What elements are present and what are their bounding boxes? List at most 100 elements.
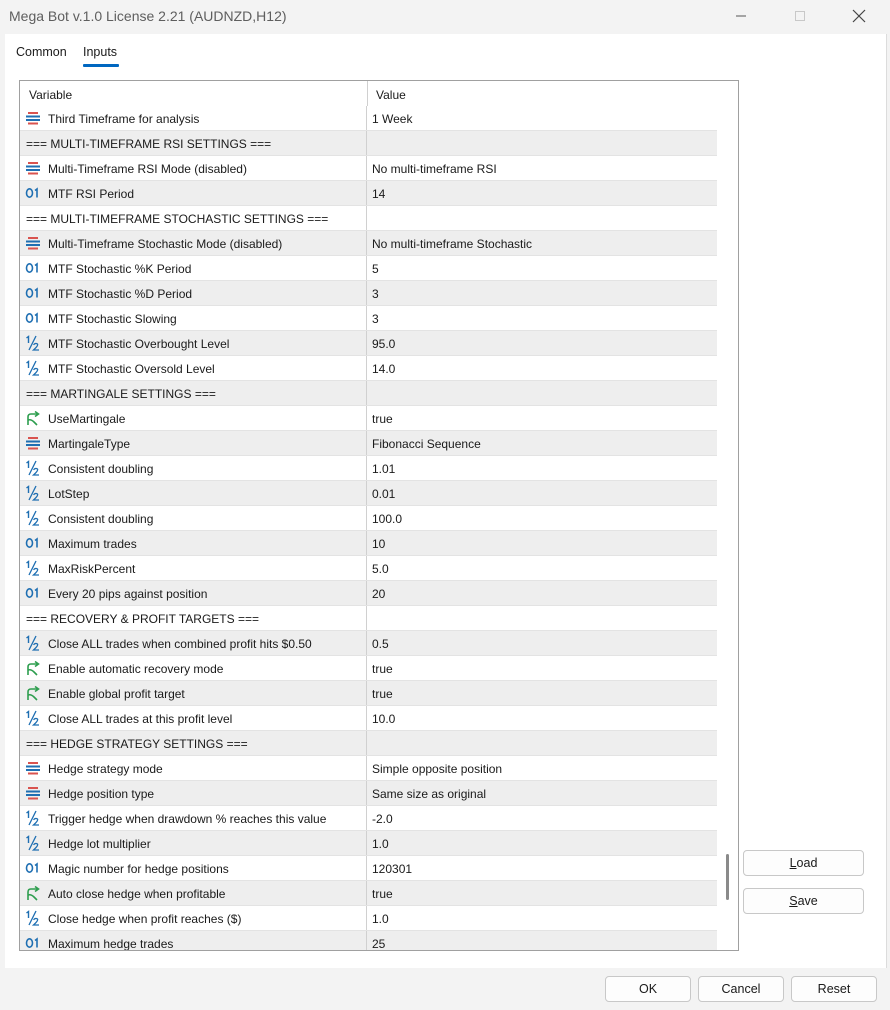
ok-button[interactable]: OK [605,976,691,1002]
variable-cell[interactable]: === MULTI-TIMEFRAME RSI SETTINGS === [20,131,367,155]
value-cell[interactable]: 5.0 [368,556,717,580]
value-cell[interactable]: 25 [368,931,717,950]
variable-cell[interactable]: Enable global profit target [20,681,367,705]
table-row[interactable]: Close hedge when profit reaches ($) 1.0 [20,906,717,931]
table-row[interactable]: Every 20 pips against position 20 [20,581,717,606]
value-cell[interactable]: 3 [368,281,717,305]
value-cell[interactable]: true [368,406,717,430]
variable-cell[interactable]: Consistent doubling [20,506,367,530]
save-button[interactable]: Save [743,888,864,914]
column-divider[interactable] [367,81,368,106]
table-row[interactable]: Multi-Timeframe Stochastic Mode (disable… [20,231,717,256]
variable-cell[interactable]: Auto close hedge when profitable [20,881,367,905]
value-cell[interactable]: Same size as original [368,781,717,805]
variable-cell[interactable]: Hedge strategy mode [20,756,367,780]
value-cell[interactable]: 100.0 [368,506,717,530]
variable-cell[interactable]: MTF Stochastic %K Period [20,256,367,280]
variable-cell[interactable]: === MULTI-TIMEFRAME STOCHASTIC SETTINGS … [20,206,367,230]
value-cell[interactable]: true [368,681,717,705]
variable-cell[interactable]: Close ALL trades at this profit level [20,706,367,730]
variable-cell[interactable]: Every 20 pips against position [20,581,367,605]
value-cell[interactable] [368,206,717,230]
table-row[interactable]: Close ALL trades at this profit level 10.… [20,706,717,731]
value-cell[interactable]: 0.5 [368,631,717,655]
value-cell[interactable]: No multi-timeframe RSI [368,156,717,180]
table-row[interactable]: MTF Stochastic Slowing 3 [20,306,717,331]
variable-cell[interactable]: LotStep [20,481,367,505]
table-row[interactable]: MTF Stochastic %D Period 3 [20,281,717,306]
table-row[interactable]: Hedge position type Same size as original [20,781,717,806]
variable-cell[interactable]: Trigger hedge when drawdown % reaches th… [20,806,367,830]
value-cell[interactable]: -2.0 [368,806,717,830]
variable-cell[interactable]: Third Timeframe for analysis [20,106,367,130]
column-header-variable[interactable]: Variable [29,88,72,102]
value-cell[interactable]: 1.0 [368,906,717,930]
section-row[interactable]: === MARTINGALE SETTINGS === [20,381,717,406]
variable-cell[interactable]: Close hedge when profit reaches ($) [20,906,367,930]
section-row[interactable]: === HEDGE STRATEGY SETTINGS === [20,731,717,756]
variable-cell[interactable]: Magic number for hedge positions [20,856,367,880]
variable-cell[interactable]: Maximum hedge trades [20,931,367,950]
table-row[interactable]: Magic number for hedge positions 120301 [20,856,717,881]
variable-cell[interactable]: MTF Stochastic Oversold Level [20,356,367,380]
value-cell[interactable] [368,381,717,405]
table-row[interactable]: Multi-Timeframe RSI Mode (disabled) No mu… [20,156,717,181]
table-row[interactable]: UseMartingale true [20,406,717,431]
table-row[interactable]: Hedge strategy mode Simple opposite posit… [20,756,717,781]
variable-cell[interactable]: MTF Stochastic Slowing [20,306,367,330]
table-row[interactable]: MartingaleType Fibonacci Sequence [20,431,717,456]
value-cell[interactable]: 10.0 [368,706,717,730]
table-row[interactable]: MTF Stochastic Overbought Level 95.0 [20,331,717,356]
table-row[interactable]: MTF Stochastic %K Period 5 [20,256,717,281]
value-cell[interactable]: true [368,656,717,680]
variable-cell[interactable]: === MARTINGALE SETTINGS === [20,381,367,405]
variable-cell[interactable]: Close ALL trades when combined profit hi… [20,631,367,655]
section-row[interactable]: === MULTI-TIMEFRAME STOCHASTIC SETTINGS … [20,206,717,231]
variable-cell[interactable]: === RECOVERY & PROFIT TARGETS === [20,606,367,630]
variable-cell[interactable]: MartingaleType [20,431,367,455]
variable-cell[interactable]: Hedge lot multiplier [20,831,367,855]
table-row[interactable]: MaxRiskPercent 5.0 [20,556,717,581]
table-row[interactable]: Auto close hedge when profitable true [20,881,717,906]
value-cell[interactable]: 20 [368,581,717,605]
cancel-button[interactable]: Cancel [698,976,784,1002]
table-row[interactable]: Enable global profit target true [20,681,717,706]
value-cell[interactable]: true [368,881,717,905]
value-cell[interactable]: No multi-timeframe Stochastic [368,231,717,255]
value-cell[interactable]: 1 Week [368,106,717,130]
table-row[interactable]: Consistent doubling 100.0 [20,506,717,531]
tab-inputs[interactable]: Inputs [83,45,117,59]
close-button[interactable] [836,0,882,32]
variable-cell[interactable]: MTF RSI Period [20,181,367,205]
section-row[interactable]: === RECOVERY & PROFIT TARGETS === [20,606,717,631]
value-cell[interactable]: 3 [368,306,717,330]
value-cell[interactable]: Simple opposite position [368,756,717,780]
table-row[interactable]: Maximum trades 10 [20,531,717,556]
table-row[interactable]: MTF Stochastic Oversold Level 14.0 [20,356,717,381]
variable-cell[interactable]: Consistent doubling [20,456,367,480]
variable-cell[interactable]: MaxRiskPercent [20,556,367,580]
tab-common[interactable]: Common [16,45,67,59]
value-cell[interactable]: 10 [368,531,717,555]
value-cell[interactable]: Fibonacci Sequence [368,431,717,455]
variable-cell[interactable]: Hedge position type [20,781,367,805]
variable-cell[interactable]: MTF Stochastic Overbought Level [20,331,367,355]
value-cell[interactable]: 1.01 [368,456,717,480]
minimize-button[interactable] [718,0,764,32]
variable-cell[interactable]: === HEDGE STRATEGY SETTINGS === [20,731,367,755]
column-header-value[interactable]: Value [376,88,406,102]
table-row[interactable]: Hedge lot multiplier 1.0 [20,831,717,856]
value-cell[interactable] [368,131,717,155]
table-row[interactable]: MTF RSI Period 14 [20,181,717,206]
value-cell[interactable]: 95.0 [368,331,717,355]
variable-cell[interactable]: MTF Stochastic %D Period [20,281,367,305]
scrollbar-thumb[interactable] [726,854,729,900]
variable-cell[interactable]: Multi-Timeframe Stochastic Mode (disable… [20,231,367,255]
table-row[interactable]: Trigger hedge when drawdown % reaches th… [20,806,717,831]
table-row[interactable]: Maximum hedge trades 25 [20,931,717,950]
value-cell[interactable]: 5 [368,256,717,280]
value-cell[interactable] [368,606,717,630]
table-row[interactable]: Consistent doubling 1.01 [20,456,717,481]
table-row[interactable]: Third Timeframe for analysis 1 Week [20,106,717,131]
value-cell[interactable]: 14.0 [368,356,717,380]
